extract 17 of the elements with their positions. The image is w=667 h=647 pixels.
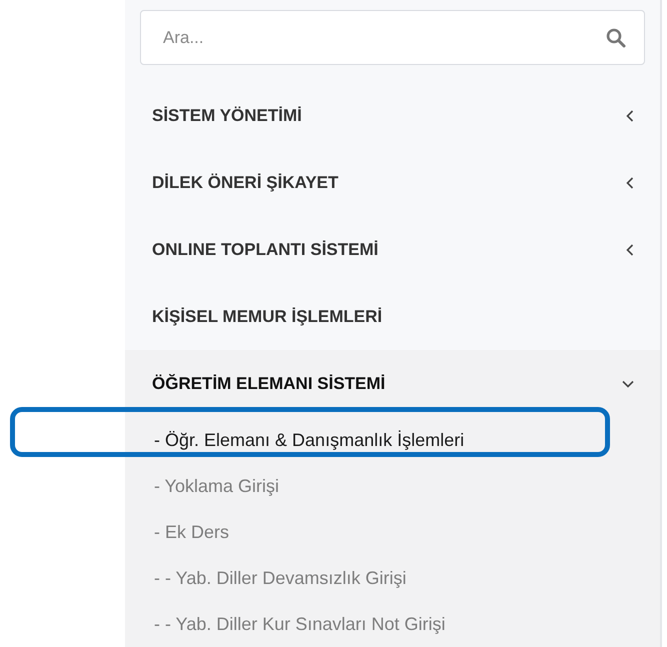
menu-item[interactable]: KİŞİSEL MEMUR İŞLEMLERİ [152,306,382,326]
submenu-item[interactable]: - Yoklama Girişi [154,476,280,496]
submenu-item[interactable]: - - Yab. Diller Kur Sınavları Not Girişi [154,614,446,634]
chevron-down-icon[interactable] [622,380,634,388]
chevron-left-icon[interactable] [626,110,634,122]
menu-item[interactable]: DİLEK ÖNERİ ŞİKAYET [152,172,338,192]
search-field[interactable]: Ara... [140,10,645,65]
menu-item[interactable]: SİSTEM YÖNETİMİ [152,106,302,126]
menu-item[interactable]: ONLINE TOPLANTI SİSTEMİ [152,240,378,260]
submenu-item[interactable]: - Öğr. Elemanı & Danışmanlık İşlemleri [154,430,464,450]
submenu-item[interactable]: - Ek Ders [154,522,230,542]
submenu-item[interactable]: - - Yab. Diller Devamsızlık Girişi [154,568,406,588]
menu-item[interactable]: ÖĞRETİM ELEMANI SİSTEMİ [152,374,386,394]
chevron-left-icon[interactable] [626,176,634,188]
search-icon[interactable] [606,28,626,48]
search-input[interactable]: Ara... [161,26,606,48]
chevron-left-icon[interactable] [626,244,634,256]
